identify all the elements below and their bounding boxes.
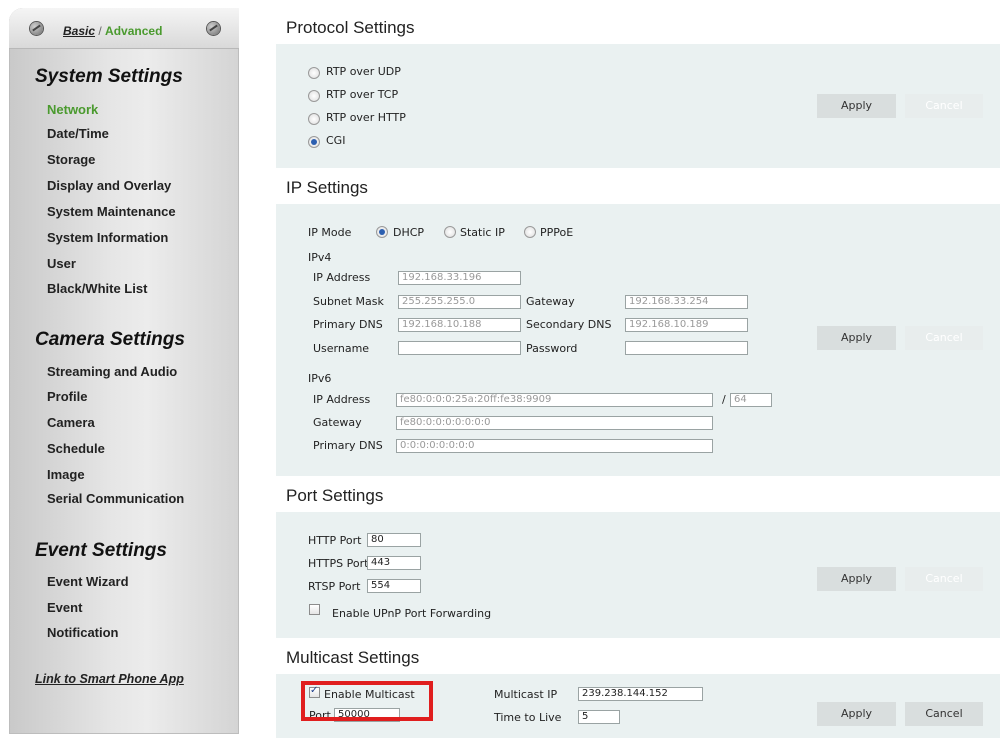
radio-rtp-http[interactable]	[308, 113, 320, 125]
ipv4-label: IPv4	[308, 251, 332, 264]
upnp-checkbox[interactable]	[309, 604, 320, 615]
ip-apply-button[interactable]: Apply	[817, 326, 896, 350]
password-field[interactable]	[625, 341, 748, 355]
ipv6-prefix-field[interactable]: 64	[730, 393, 772, 407]
multicast-cancel-button[interactable]: Cancel	[905, 702, 983, 726]
sidebar-item-datetime[interactable]: Date/Time	[47, 126, 109, 141]
gateway-field[interactable]: 192.168.33.254	[625, 295, 748, 309]
smart-phone-app-link[interactable]: Link to Smart Phone App	[35, 672, 184, 686]
radio-label-pppoe: PPPoE	[540, 226, 574, 239]
rtsp-port-field[interactable]: 554	[367, 579, 421, 593]
port-settings-panel: HTTP Port 80 HTTPS Port 443 RTSP Port 55…	[276, 512, 1000, 632]
sidebar-item-camera[interactable]: Camera	[47, 415, 95, 430]
radio-label-dhcp: DHCP	[393, 226, 425, 239]
secondary-dns-field[interactable]: 192.168.10.189	[625, 318, 748, 332]
sidebar-item-notification[interactable]: Notification	[47, 625, 119, 640]
subnet-mask-field[interactable]: 255.255.255.0	[398, 295, 521, 309]
rtsp-port-label: RTSP Port	[308, 580, 361, 593]
radio-label-rtp-http: RTP over HTTP	[326, 111, 406, 124]
radio-dhcp[interactable]	[376, 226, 388, 238]
protocol-apply-button[interactable]: Apply	[817, 94, 896, 118]
sidebar-item-schedule[interactable]: Schedule	[47, 441, 105, 456]
multicast-ip-field[interactable]: 239.238.144.152	[578, 687, 703, 701]
radio-cgi[interactable]	[308, 136, 320, 148]
radio-static-ip[interactable]	[444, 226, 456, 238]
gateway-label: Gateway	[526, 295, 575, 308]
radio-label-cgi: CGI	[326, 134, 346, 147]
multicast-apply-button[interactable]: Apply	[817, 702, 896, 726]
sidebar-item-serial-communication[interactable]: Serial Communication	[47, 491, 184, 506]
radio-label-static-ip: Static IP	[460, 226, 505, 239]
multicast-settings-heading: Multicast Settings	[276, 638, 1000, 674]
secondary-dns-label: Secondary DNS	[526, 318, 612, 331]
https-port-field[interactable]: 443	[367, 556, 421, 570]
sidebar-item-image[interactable]: Image	[47, 467, 85, 482]
port-settings-heading: Port Settings	[276, 476, 1000, 512]
sidebar-item-event-wizard[interactable]: Event Wizard	[47, 574, 129, 589]
http-port-label: HTTP Port	[308, 534, 362, 547]
screw-icon	[207, 22, 220, 35]
sidebar-item-system-maintenance[interactable]: System Maintenance	[47, 204, 176, 219]
ip-settings-heading: IP Settings	[276, 168, 1000, 204]
system-settings-heading: System Settings	[35, 66, 183, 87]
ipv6-gateway-field[interactable]: fe80:0:0:0:0:0:0:0	[396, 416, 713, 430]
sidebar-item-display-overlay[interactable]: Display and Overlay	[47, 178, 171, 193]
mode-switch-bar: Basic / Advanced	[9, 8, 239, 49]
ipv6-label: IPv6	[308, 372, 332, 385]
https-port-label: HTTPS Port	[308, 557, 369, 570]
ipv6-prefix-separator: /	[722, 393, 726, 406]
sidebar-item-storage[interactable]: Storage	[47, 152, 95, 167]
multicast-settings-panel: Enable Multicast Port 50000 Multicast IP…	[276, 674, 1000, 738]
http-port-field[interactable]: 80	[367, 533, 421, 547]
protocol-settings-heading: Protocol Settings	[276, 8, 1000, 44]
primary-dns-field[interactable]: 192.168.10.188	[398, 318, 521, 332]
multicast-ip-label: Multicast IP	[494, 688, 558, 701]
subnet-mask-label: Subnet Mask	[313, 295, 384, 308]
radio-rtp-tcp[interactable]	[308, 90, 320, 102]
ip-cancel-button[interactable]: Cancel	[905, 326, 983, 350]
ipv4-ip-address-label: IP Address	[313, 271, 371, 284]
radio-pppoe[interactable]	[524, 226, 536, 238]
ip-mode-label: IP Mode	[308, 226, 352, 239]
primary-dns-label: Primary DNS	[313, 318, 383, 331]
event-settings-heading: Event Settings	[35, 540, 167, 561]
ttl-field[interactable]: 5	[578, 710, 620, 724]
ipv4-ip-address-field[interactable]: 192.168.33.196	[398, 271, 521, 285]
ipv6-primary-dns-field[interactable]: 0:0:0:0:0:0:0:0	[396, 439, 713, 453]
port-apply-button[interactable]: Apply	[817, 567, 896, 591]
basic-mode-link[interactable]: Basic	[63, 24, 95, 38]
sidebar-item-network[interactable]: Network	[47, 102, 98, 117]
mode-separator: /	[95, 24, 106, 38]
sidebar-item-user[interactable]: User	[47, 256, 76, 271]
mode-switch: Basic / Advanced	[63, 24, 162, 38]
ipv6-ip-address-label: IP Address	[313, 393, 371, 406]
sidebar-item-event[interactable]: Event	[47, 600, 82, 615]
username-field[interactable]	[398, 341, 521, 355]
radio-label-rtp-tcp: RTP over TCP	[326, 88, 399, 101]
screw-icon	[30, 22, 43, 35]
highlight-box	[301, 681, 433, 721]
camera-settings-heading: Camera Settings	[35, 329, 185, 350]
ipv6-primary-dns-label: Primary DNS	[313, 439, 383, 452]
protocol-settings-panel: RTP over UDP RTP over TCP RTP over HTTP …	[276, 44, 1000, 162]
sidebar-item-system-information[interactable]: System Information	[47, 230, 168, 245]
port-cancel-button[interactable]: Cancel	[905, 567, 983, 591]
ttl-label: Time to Live	[494, 711, 562, 724]
protocol-cancel-button[interactable]: Cancel	[905, 94, 983, 118]
sidebar-item-profile[interactable]: Profile	[47, 389, 87, 404]
sidebar-item-black-white-list[interactable]: Black/White List	[47, 281, 147, 296]
ip-settings-panel: IP Mode DHCP Static IP PPPoE IPv4 IP Add…	[276, 204, 1000, 470]
username-label: Username	[313, 342, 370, 355]
main-content: Protocol Settings RTP over UDP RTP over …	[276, 8, 1000, 738]
sidebar: Basic / Advanced System Settings Network…	[9, 8, 239, 734]
upnp-label: Enable UPnP Port Forwarding	[332, 607, 492, 620]
password-label: Password	[526, 342, 578, 355]
radio-label-rtp-udp: RTP over UDP	[326, 65, 401, 78]
radio-rtp-udp[interactable]	[308, 67, 320, 79]
sidebar-item-streaming-audio[interactable]: Streaming and Audio	[47, 364, 177, 379]
ipv6-gateway-label: Gateway	[313, 416, 362, 429]
advanced-mode-link[interactable]: Advanced	[105, 24, 162, 38]
ipv6-ip-address-field[interactable]: fe80:0:0:0:25a:20ff:fe38:9909	[396, 393, 713, 407]
